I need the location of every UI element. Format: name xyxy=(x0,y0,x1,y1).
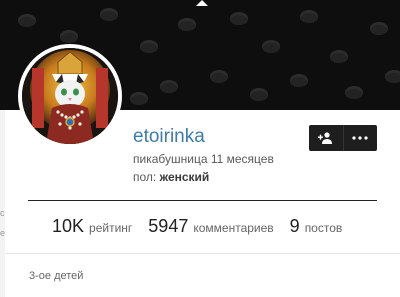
about-text: 3-ое детей xyxy=(29,270,84,282)
profile-actions xyxy=(309,125,377,151)
avatar[interactable] xyxy=(18,44,122,148)
posts-value: 9 xyxy=(289,216,300,236)
avatar-image xyxy=(22,48,118,144)
rating-label: рейтинг xyxy=(89,221,133,235)
about-divider xyxy=(5,253,400,254)
comments-label: комментариев xyxy=(193,221,274,235)
gender-value: женский xyxy=(159,170,210,184)
rating-value: 10K xyxy=(52,216,85,236)
member-duration: пикабушница 11 месяцев xyxy=(133,152,274,166)
posts-label: постов xyxy=(304,221,343,235)
gender-label: пол: xyxy=(133,170,157,184)
more-dots-icon xyxy=(352,136,368,140)
profile-stats: 10K рейтинг 5947 комментариев 9 постов xyxy=(52,216,358,237)
username-link[interactable]: etoirinka xyxy=(133,126,205,148)
more-button[interactable] xyxy=(342,125,378,151)
comments-value: 5947 xyxy=(148,216,189,236)
subscribe-button[interactable] xyxy=(309,125,343,151)
add-user-icon xyxy=(317,132,332,144)
gender-info: пол: женский xyxy=(133,170,209,184)
stats-divider xyxy=(28,200,377,201)
banner-notch xyxy=(196,0,208,6)
edge-fragment: с xyxy=(0,208,5,218)
